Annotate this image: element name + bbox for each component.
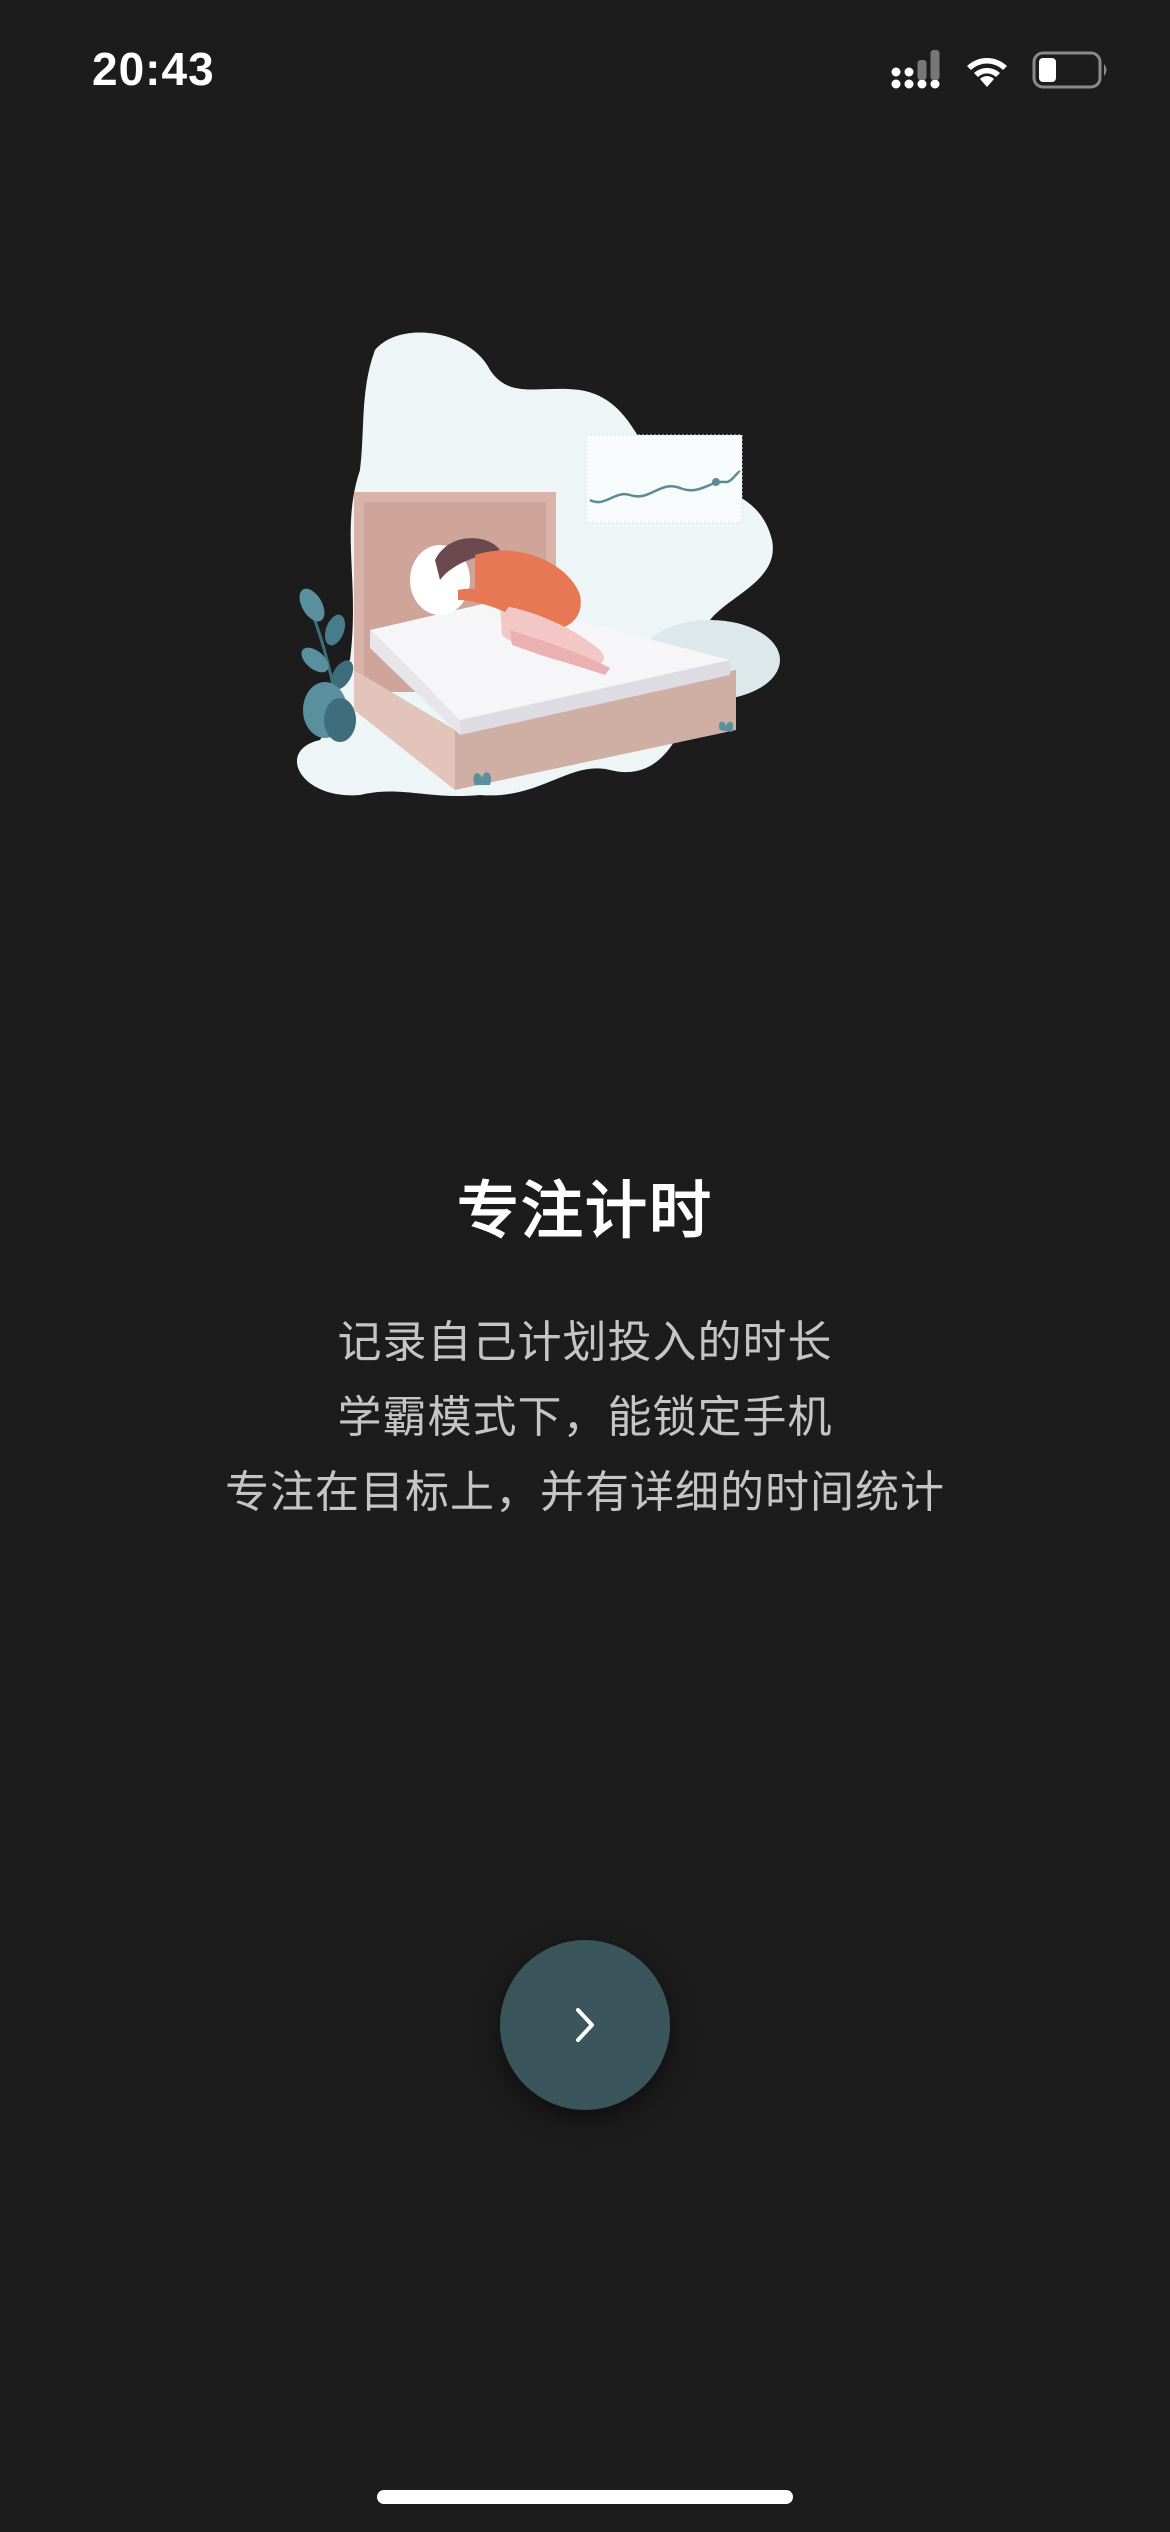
chevron-right-icon <box>576 2008 594 2042</box>
sleeping-illustration <box>296 332 780 797</box>
plant-icon <box>299 588 356 742</box>
description-line: 专注在目标上，并有详细的时间统计 <box>225 1467 945 1518</box>
intro-description: 记录自己计划投入的时长 学霸模式下，能锁定手机 专注在目标上，并有详细的时间统计 <box>0 1305 1170 1530</box>
status-icons <box>890 50 1110 90</box>
cellular-signal-icon <box>891 50 940 89</box>
description-line: 记录自己计划投入的时长 <box>337 1317 833 1368</box>
next-button[interactable] <box>500 1940 670 2110</box>
status-bar: 20:43 <box>0 0 1170 150</box>
battery-icon <box>1032 51 1107 89</box>
status-time: 20:43 <box>92 43 215 95</box>
description-line: 学霸模式下，能锁定手机 <box>337 1392 833 1443</box>
page-title: 专注计时 <box>456 1174 713 1247</box>
wifi-icon <box>967 58 1007 87</box>
home-indicator[interactable] <box>377 2490 793 2504</box>
wall-chart-icon <box>585 434 743 524</box>
